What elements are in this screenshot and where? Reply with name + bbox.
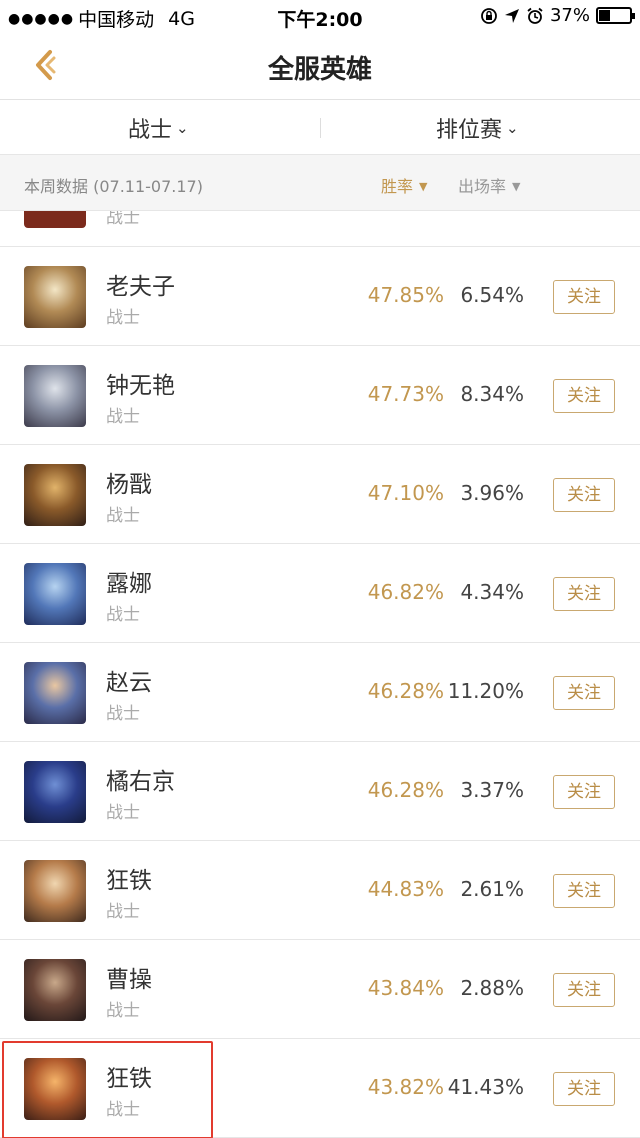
navigation-bar: 全服英雄: [0, 34, 640, 100]
sort-down-icon: ▼: [419, 180, 428, 193]
win-rate: 46.28%: [367, 778, 444, 802]
win-rate: 43.82%: [367, 1075, 444, 1099]
hero-role: 战士: [106, 506, 140, 526]
hero-role: 战士: [106, 1001, 140, 1021]
hero-name: 曹操: [106, 967, 152, 993]
win-rate: 43.84%: [367, 976, 444, 1000]
hero-name: 老夫子: [106, 274, 175, 300]
hero-role: 战士: [106, 803, 140, 823]
pick-rate: 3.96%: [460, 481, 524, 505]
page-title: 全服英雄: [267, 55, 372, 85]
sort-down-icon: ▼: [512, 180, 521, 193]
win-rate: 46.28%: [367, 679, 444, 703]
hero-role: 战士: [106, 211, 140, 228]
hero-avatar: [24, 761, 86, 823]
alarm-clock-icon: [527, 7, 543, 24]
hero-name: 狂铁: [106, 868, 152, 894]
pick-rate-sort-label: 出场率: [458, 177, 507, 196]
sort-bar: 本周数据 (07.11-07.17) 胜率 ▼ 出场率 ▼: [0, 155, 640, 211]
rotation-lock-icon: [481, 7, 497, 24]
follow-button[interactable]: 关注: [553, 676, 615, 710]
sort-pick-rate-button[interactable]: 出场率 ▼: [458, 173, 520, 197]
list-item[interactable]: 橘右京 战士 46.28% 3.37% 关注: [0, 742, 640, 841]
list-item-partial[interactable]: 战士: [0, 211, 640, 247]
hero-list[interactable]: 战士 老夫子 战士 47.85% 6.54% 关注 钟无艳 战士 47.73% …: [0, 211, 640, 1138]
hero-name: 杨戬: [106, 472, 152, 498]
role-filter-label: 战士: [128, 118, 173, 143]
chevron-down-icon: ⌄: [506, 119, 519, 137]
pick-rate: 8.34%: [460, 382, 524, 406]
filter-divider: [320, 118, 321, 138]
location-arrow-icon: [504, 8, 519, 23]
win-rate: 47.10%: [367, 481, 444, 505]
hero-avatar: [24, 211, 86, 228]
win-rate: 46.82%: [367, 580, 444, 604]
pick-rate: 41.43%: [447, 1075, 524, 1099]
hero-avatar: [24, 860, 86, 922]
sort-win-rate-button[interactable]: 胜率 ▼: [381, 173, 427, 197]
hero-role: 战士: [106, 308, 140, 328]
hero-avatar: [24, 959, 86, 1021]
highlight-box: [2, 1041, 213, 1138]
hero-role: 战士: [106, 407, 140, 427]
hero-avatar: [24, 266, 86, 328]
mode-filter-dropdown[interactable]: 排位赛 ⌄: [436, 112, 519, 144]
hero-avatar: [24, 563, 86, 625]
follow-button[interactable]: 关注: [553, 478, 615, 512]
pick-rate: 6.54%: [460, 283, 524, 307]
pick-rate: 3.37%: [460, 778, 524, 802]
follow-button[interactable]: 关注: [553, 973, 615, 1007]
win-rate: 47.73%: [367, 382, 444, 406]
hero-name: 橘右京: [106, 769, 175, 795]
follow-button[interactable]: 关注: [553, 577, 615, 611]
list-item[interactable]: 曹操 战士 43.84% 2.88% 关注: [0, 940, 640, 1039]
follow-button[interactable]: 关注: [553, 775, 615, 809]
hero-avatar: [24, 365, 86, 427]
pick-rate: 4.34%: [460, 580, 524, 604]
list-item[interactable]: 钟无艳 战士 47.73% 8.34% 关注: [0, 346, 640, 445]
hero-role: 战士: [106, 902, 140, 922]
role-filter-dropdown[interactable]: 战士 ⌄: [128, 112, 189, 144]
list-item[interactable]: 赵云 战士 46.28% 11.20% 关注: [0, 643, 640, 742]
follow-button[interactable]: 关注: [553, 280, 615, 314]
week-range-label: 本周数据 (07.11-07.17): [24, 177, 203, 196]
hero-name: 露娜: [106, 571, 152, 597]
win-rate-sort-label: 胜率: [381, 177, 414, 196]
battery-icon: [596, 7, 635, 24]
hero-avatar: [24, 464, 86, 526]
chevron-down-icon: ⌄: [176, 119, 189, 137]
filter-bar: 战士 ⌄ 排位赛 ⌄: [0, 100, 640, 155]
win-rate: 47.85%: [367, 283, 444, 307]
hero-role: 战士: [106, 605, 140, 625]
battery-fill: [599, 10, 611, 21]
follow-button[interactable]: 关注: [553, 1072, 615, 1106]
battery-percent: 37%: [549, 5, 590, 26]
hero-avatar: [24, 662, 86, 724]
pick-rate: 11.20%: [447, 679, 524, 703]
status-right: 37%: [480, 5, 635, 26]
hero-name: 钟无艳: [106, 373, 175, 399]
hero-name: 赵云: [106, 670, 152, 696]
follow-button[interactable]: 关注: [553, 379, 615, 413]
status-bar: ●●●●● 中国移动 4G 下午2:00 37%: [0, 0, 640, 34]
list-item[interactable]: 杨戬 战士 47.10% 3.96% 关注: [0, 445, 640, 544]
pick-rate: 2.61%: [460, 877, 524, 901]
list-item[interactable]: 露娜 战士 46.82% 4.34% 关注: [0, 544, 640, 643]
mode-filter-label: 排位赛: [436, 118, 503, 143]
list-item[interactable]: 老夫子 战士 47.85% 6.54% 关注: [0, 247, 640, 346]
follow-button[interactable]: 关注: [553, 874, 615, 908]
win-rate: 44.83%: [367, 877, 444, 901]
list-item[interactable]: 狂铁 战士 44.83% 2.61% 关注: [0, 841, 640, 940]
hero-role: 战士: [106, 704, 140, 724]
pick-rate: 2.88%: [460, 976, 524, 1000]
